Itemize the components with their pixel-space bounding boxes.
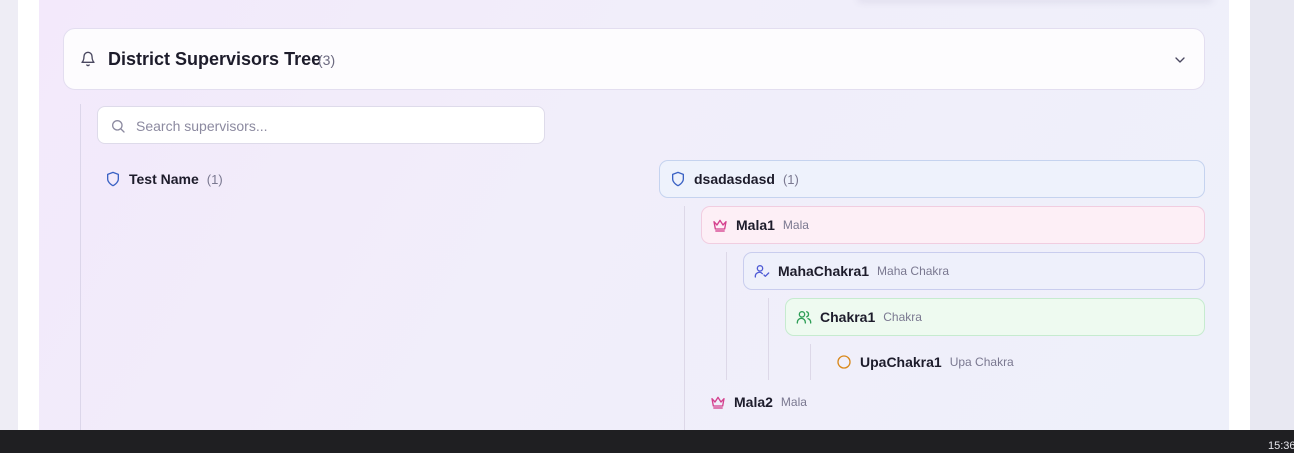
node-name: MahaChakra1 bbox=[778, 263, 870, 279]
tree-node-upachakra1[interactable]: UpaChakra1 Upa Chakra bbox=[826, 343, 1014, 381]
section-count: (3) bbox=[318, 52, 336, 68]
user-check-icon bbox=[754, 265, 770, 278]
node-name: Mala2 bbox=[734, 394, 773, 410]
search-icon bbox=[112, 120, 125, 133]
bell-icon bbox=[81, 51, 95, 67]
users-icon bbox=[796, 311, 812, 324]
tree-node-mahachakra1[interactable]: MahaChakra1 Maha Chakra bbox=[743, 252, 1205, 290]
node-name: Chakra1 bbox=[820, 309, 876, 325]
tree-node-mala1[interactable]: Mala1 Mala bbox=[701, 206, 1205, 244]
tree-node-dsadasdasd[interactable]: dsadasdasd (1) bbox=[659, 160, 1205, 198]
tree-connector bbox=[768, 298, 769, 380]
page-container: District Supervisors Tree (3) Test Name … bbox=[18, 0, 1250, 430]
os-taskbar bbox=[0, 430, 1294, 453]
node-role: Mala bbox=[782, 218, 809, 232]
window-left-edge bbox=[0, 0, 18, 430]
search-box[interactable] bbox=[97, 106, 545, 144]
taskbar-clock: 15:36 bbox=[1268, 440, 1294, 452]
search-input[interactable] bbox=[136, 115, 536, 137]
chevron-down-icon[interactable] bbox=[1172, 52, 1188, 68]
crown-icon bbox=[713, 219, 727, 232]
node-name: Mala1 bbox=[736, 217, 775, 233]
shield-icon bbox=[672, 171, 684, 187]
content-panel: District Supervisors Tree (3) Test Name … bbox=[39, 0, 1229, 430]
node-name: UpaChakra1 bbox=[860, 354, 942, 370]
node-count: (1) bbox=[782, 171, 799, 187]
node-role: Upa Chakra bbox=[949, 355, 1014, 369]
node-role: Chakra bbox=[883, 310, 922, 324]
node-count: (1) bbox=[206, 171, 223, 187]
node-role: Maha Chakra bbox=[877, 264, 950, 278]
tree-node-chakra1[interactable]: Chakra1 Chakra bbox=[785, 298, 1205, 336]
node-name: Test Name bbox=[129, 171, 199, 187]
tree-connector bbox=[810, 344, 811, 380]
shield-icon bbox=[107, 171, 119, 187]
node-name: dsadasdasd bbox=[694, 171, 775, 187]
crown-icon bbox=[711, 396, 725, 409]
tree-node-test-name[interactable]: Test Name (1) bbox=[105, 168, 223, 190]
circle-icon bbox=[837, 355, 851, 369]
tree-guide-line bbox=[80, 104, 81, 430]
node-role: Mala bbox=[780, 395, 807, 409]
section-header[interactable]: District Supervisors Tree (3) bbox=[63, 28, 1205, 90]
tree-connector bbox=[726, 252, 727, 380]
window-right-edge bbox=[1250, 0, 1294, 430]
tree-connector bbox=[684, 206, 685, 430]
section-title: District Supervisors Tree bbox=[108, 49, 322, 69]
tree-node-mala2[interactable]: Mala2 Mala bbox=[700, 383, 807, 421]
